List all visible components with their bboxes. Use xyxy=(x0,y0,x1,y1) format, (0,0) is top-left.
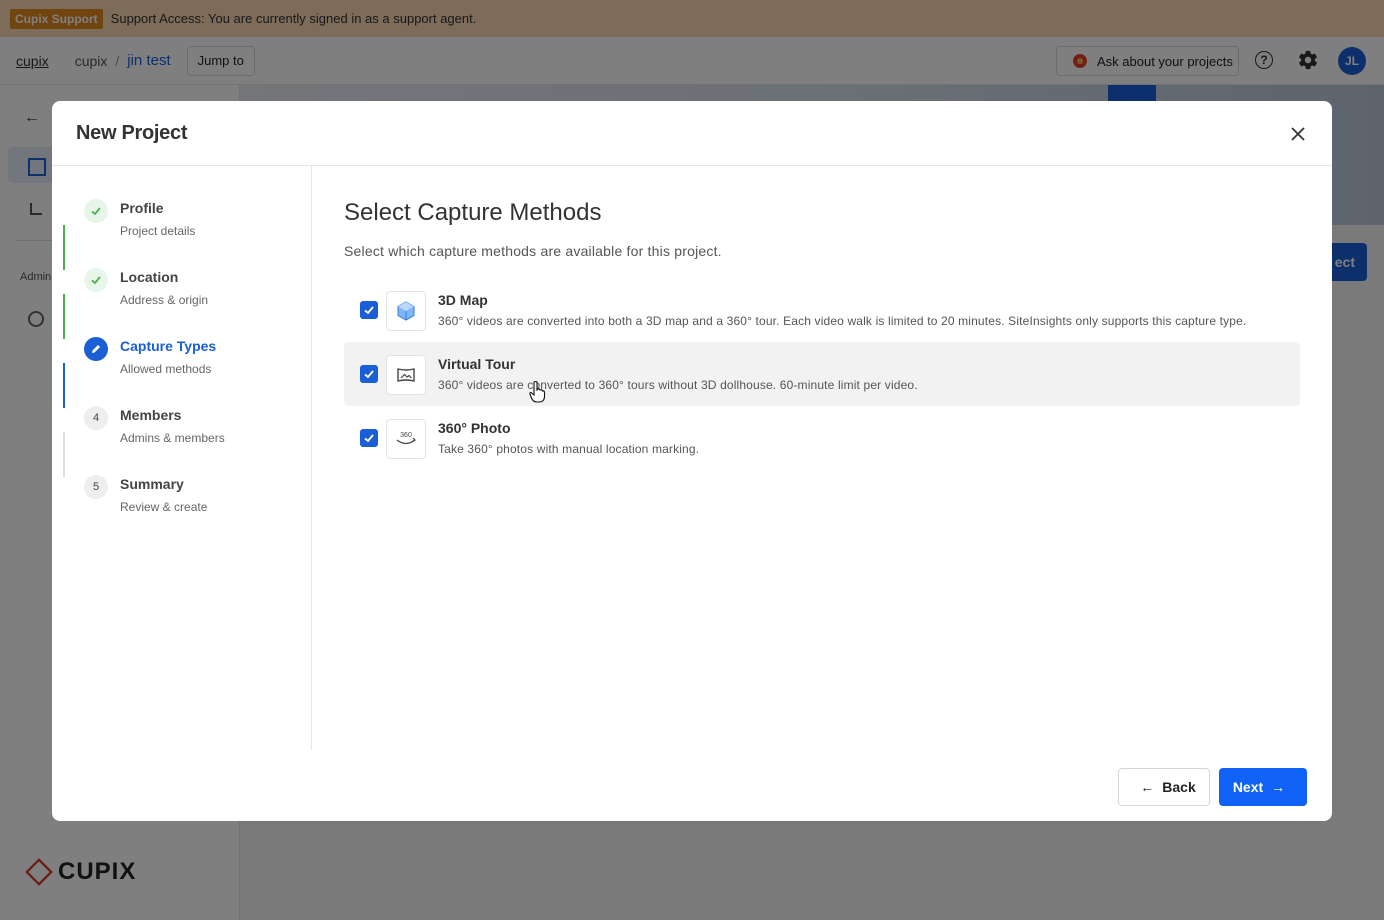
step-done-check-icon xyxy=(84,199,108,223)
step-edit-pencil-icon xyxy=(84,337,108,361)
panorama-icon xyxy=(386,355,426,395)
checkbox-checked-icon[interactable] xyxy=(360,365,378,383)
back-button-label: Back xyxy=(1162,779,1196,795)
step-done-check-icon xyxy=(84,268,108,292)
back-button[interactable]: ← Back xyxy=(1118,768,1210,806)
step-members[interactable]: 4 Members Admins & members xyxy=(84,406,304,466)
step-label: Capture Types xyxy=(120,338,217,354)
modal-header: New Project xyxy=(52,101,1332,166)
option-title: 360° Photo xyxy=(438,420,511,436)
checkbox-checked-icon[interactable] xyxy=(360,301,378,319)
capture-option-3d-map[interactable]: 3D Map 360° videos are converted into bo… xyxy=(344,278,1300,342)
capture-option-360-photo[interactable]: 360 360° Photo Take 360° photos with man… xyxy=(344,406,1300,470)
hand-pointer-cursor-icon xyxy=(529,380,546,403)
step-sublabel: Admins & members xyxy=(120,431,225,445)
next-button-label: Next xyxy=(1232,779,1264,795)
next-button[interactable]: Next → xyxy=(1219,768,1307,806)
step-number: 4 xyxy=(84,406,108,430)
step-label: Members xyxy=(120,407,182,423)
stepper: Profile Project details Location Address… xyxy=(52,166,312,750)
step-summary[interactable]: 5 Summary Review & create xyxy=(84,475,304,535)
arrow-left-icon: ← xyxy=(1140,779,1155,795)
option-title: Virtual Tour xyxy=(438,356,516,372)
step-sublabel: Allowed methods xyxy=(120,362,212,376)
step-label: Location xyxy=(120,269,179,285)
close-button[interactable] xyxy=(1287,123,1309,145)
option-title: 3D Map xyxy=(438,292,488,308)
photo-360-icon-label: 360 xyxy=(400,432,412,439)
step-capture-types[interactable]: Capture Types Allowed methods xyxy=(84,337,304,397)
step-connector xyxy=(63,225,65,270)
modal-title: New Project xyxy=(76,122,188,144)
checkbox-checked-icon[interactable] xyxy=(360,429,378,447)
close-icon xyxy=(1291,127,1305,141)
option-description: Take 360° photos with manual location ma… xyxy=(438,442,700,456)
content-header: Select Capture Methods Select which capt… xyxy=(344,199,1304,259)
step-label: Summary xyxy=(120,476,184,492)
step-profile[interactable]: Profile Project details xyxy=(84,199,304,259)
step-connector xyxy=(63,294,65,339)
option-description: 360° videos are converted into both a 3D… xyxy=(438,314,1247,328)
content-title: Select Capture Methods xyxy=(344,199,602,226)
step-label: Profile xyxy=(120,200,164,216)
content-description: Select which capture methods are availab… xyxy=(344,243,722,259)
option-description: 360° videos are converted to 360° tours … xyxy=(438,378,918,392)
photo-360-icon: 360 xyxy=(386,419,426,459)
step-sublabel: Project details xyxy=(120,224,196,238)
step-connector xyxy=(63,363,65,408)
cube-icon xyxy=(386,291,426,331)
step-connector xyxy=(63,432,65,477)
capture-option-virtual-tour[interactable]: Virtual Tour 360° videos are converted t… xyxy=(344,342,1300,406)
step-sublabel: Address & origin xyxy=(120,293,209,307)
new-project-modal: New Project Profile Project details Loca… xyxy=(52,101,1332,821)
step-number: 5 xyxy=(84,475,108,499)
capture-method-list: 3D Map 360° videos are converted into bo… xyxy=(344,278,1300,470)
step-sublabel: Review & create xyxy=(120,500,208,514)
arrow-right-icon: → xyxy=(1271,779,1286,795)
step-location[interactable]: Location Address & origin xyxy=(84,268,304,328)
